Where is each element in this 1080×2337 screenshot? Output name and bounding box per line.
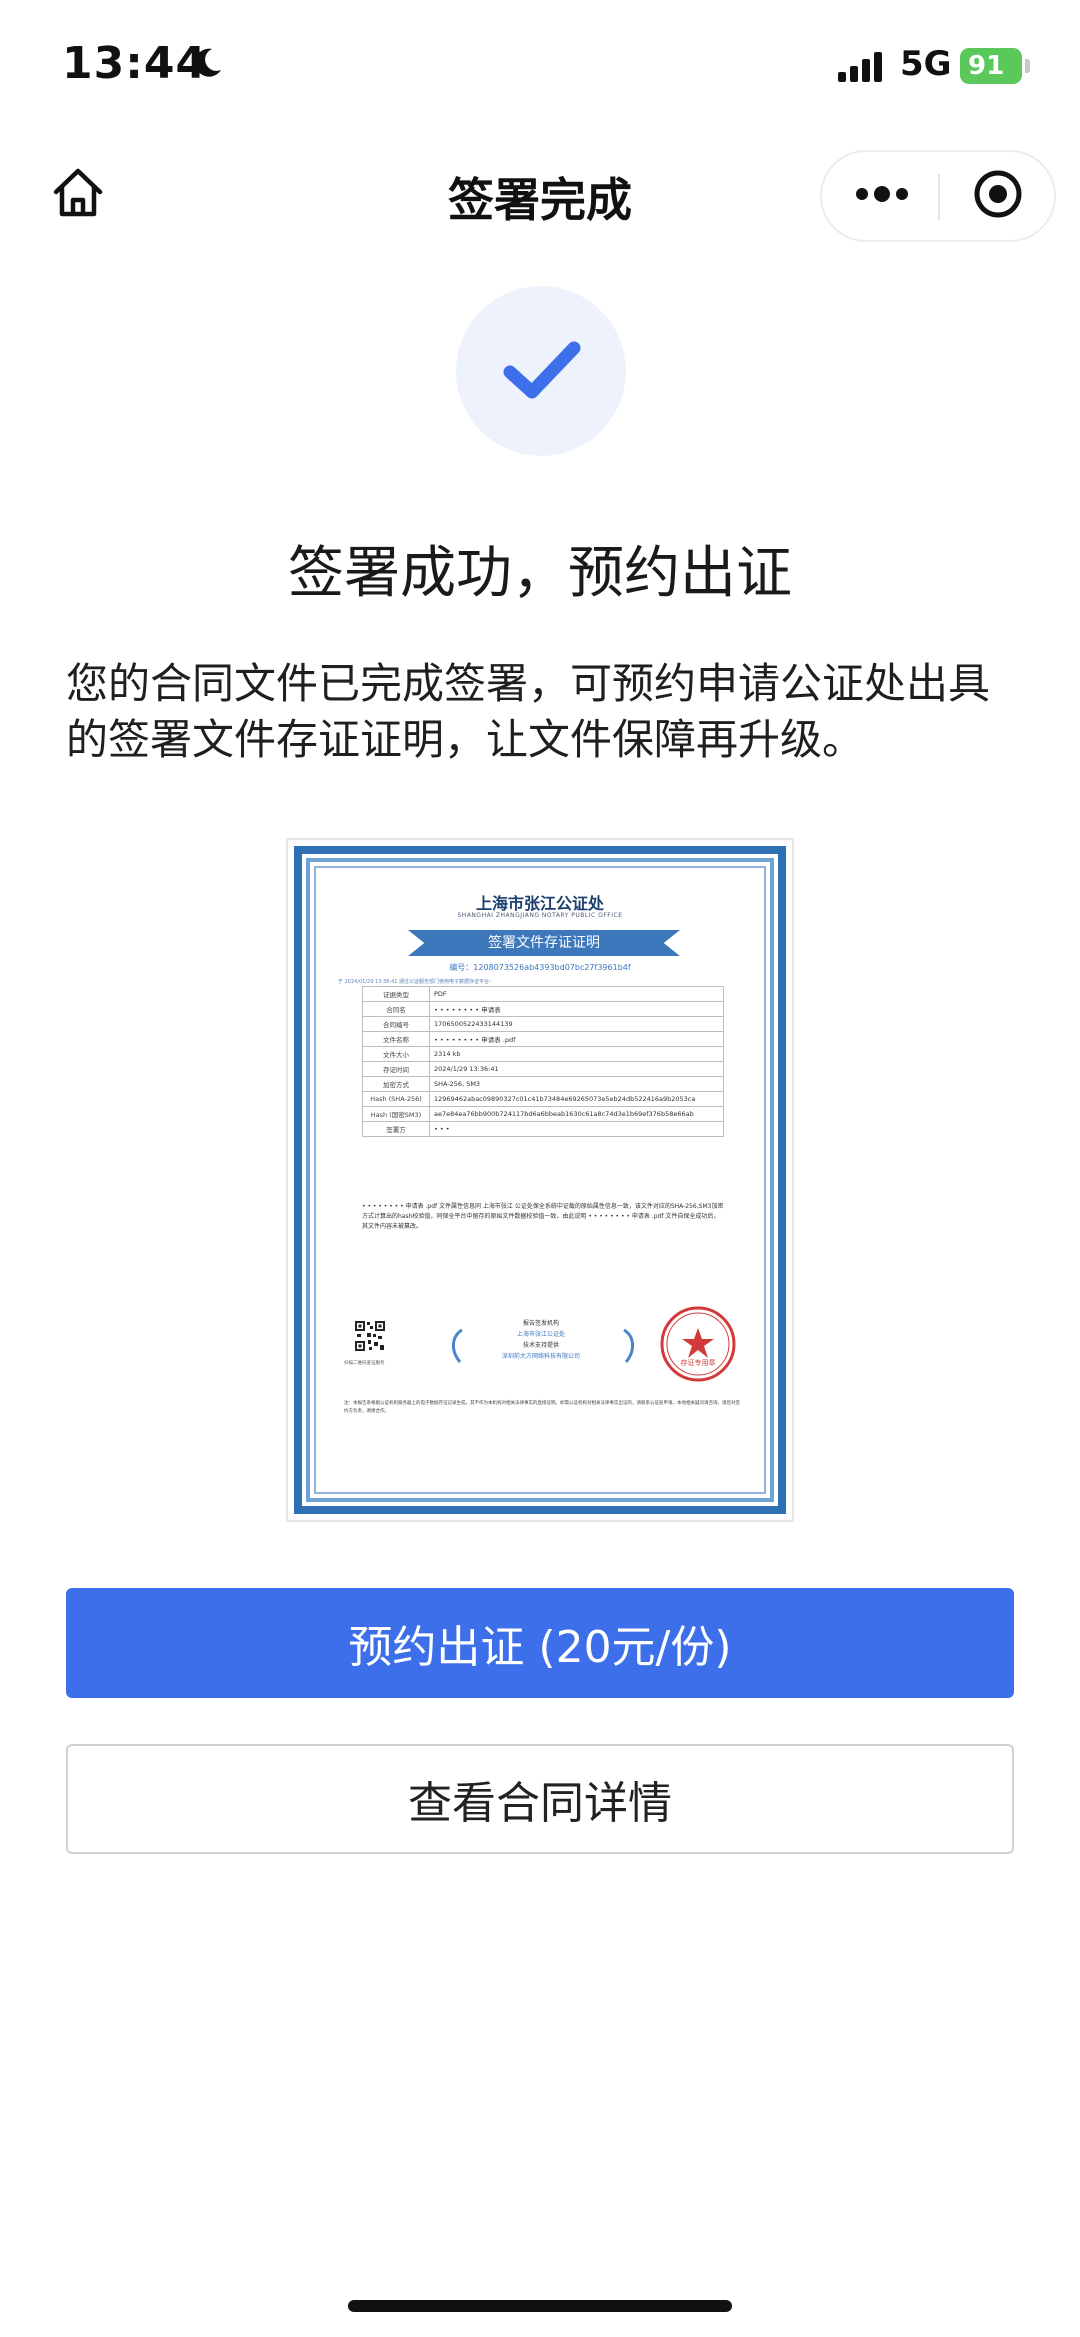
certificate-body-text: • • • • • • • • 申请表 .pdf 文件属性信息同 上海市张江 公… (362, 1203, 724, 1230)
table-value: PDF (429, 986, 724, 1002)
home-indicator[interactable] (348, 2300, 732, 2312)
table-value: • • • • • • • • 申请表 .pdf (429, 1031, 724, 1047)
qr-caption: 扫描二维码查证服务 (344, 1361, 385, 1366)
certificate-number: 编号：1208073526ab4393bd07bc27f3961b4f (449, 963, 631, 972)
capsule-divider (938, 174, 940, 220)
table-value: 12969462abac09890327c01c41b73484e6926507… (429, 1091, 724, 1107)
certificate-footer: 注：本报告系根据公证机构服务器上的电子数据存证记录生成，其不作为本机构对相关法律… (344, 1401, 740, 1414)
certificate-preview[interactable]: 上海市张江公证处 SHANGHAI ZHANGJIANG NOTARY PUBL… (286, 838, 794, 1522)
table-row: 加密方式 SHA-256, SM3 (362, 1076, 724, 1092)
table-row: 签署方 • • • (362, 1121, 724, 1137)
view-contract-details-button[interactable]: 查看合同详情 (66, 1744, 1014, 1854)
table-value: 1706500522433144139 (429, 1016, 724, 1032)
table-row: 文件大小 2314 kb (362, 1046, 724, 1062)
table-key: 合同编号 (362, 1016, 430, 1032)
table-key: 合同名 (362, 1001, 430, 1017)
table-value: 2314 kb (429, 1046, 724, 1062)
checkmark-icon (496, 324, 586, 418)
certificate-org-name: 上海市张江公证处 (475, 894, 604, 913)
table-row: 合同编号 1706500522433144139 (362, 1016, 724, 1032)
qr-code-icon (354, 1320, 386, 1352)
nav-bar: 签署完成 (0, 130, 1080, 260)
more-icon (852, 184, 912, 208)
mini-program-capsule (820, 150, 1056, 242)
issuer-label: 报告签发机构 (522, 1320, 559, 1327)
certificate-issuer: 报告签发机构 上海市张江公证处 技术支持提供 深圳前大方网络科技有限公司 (466, 1318, 616, 1362)
tech-label: 技术支持提供 (522, 1342, 559, 1349)
status-time: 13:44 (62, 38, 208, 89)
book-certificate-button[interactable]: 预约出证 (20元/份) (66, 1588, 1014, 1698)
battery-level: 91 (968, 51, 1005, 81)
laurel-left-icon (448, 1328, 464, 1364)
certificate-table: 证据类型 PDF 合同名 • • • • • • • • 申请表 合同编号 17065… (362, 986, 724, 1137)
signal-icon (838, 50, 890, 86)
table-key: 签署方 (362, 1121, 430, 1137)
table-key: 证据类型 (362, 986, 430, 1002)
target-icon (972, 168, 1024, 224)
table-row: 文件名称 • • • • • • • • 申请表 .pdf (362, 1031, 724, 1047)
moon-icon (190, 46, 224, 80)
more-button[interactable] (842, 166, 922, 226)
table-row: 存证时间 2024/1/29 13:36:41 (362, 1061, 724, 1077)
table-row: 证据类型 PDF (362, 986, 724, 1002)
result-description: 您的合同文件已完成签署，可预约申请公证处出具的签署文件存证证明，让文件保障再升级… (66, 659, 991, 764)
certificate-title: 签署文件存证证明 (408, 930, 680, 956)
table-key: 文件大小 (362, 1046, 430, 1062)
seal-text: 存证专用章 (680, 1359, 716, 1367)
table-row: Hash (国密SM3) ae7e84ea76bb900b724117bd6a6b… (362, 1106, 724, 1122)
notary-seal (658, 1304, 738, 1384)
laurel-right-icon (622, 1328, 638, 1364)
network-type: 5G (900, 44, 952, 84)
certificate-note: 于 2024/01/29 13:36:41 通过公证服务部门使用电子数据存证平台… (338, 979, 495, 985)
table-value: 2024/1/29 13:36:41 (429, 1061, 724, 1077)
battery-tip (1025, 59, 1030, 73)
success-badge (456, 286, 626, 456)
table-value: • • • • • • • • 申请表 (429, 1001, 724, 1017)
battery-icon: 91 (960, 48, 1022, 84)
status-bar: 13:44 5G 91 (0, 0, 1080, 130)
table-value: ae7e84ea76bb900b724117bd6a6bbeab1630c61a… (429, 1106, 724, 1122)
issuer-name: 上海市张江公证处 (516, 1331, 565, 1338)
table-value: SHA-256, SM3 (429, 1076, 724, 1092)
table-value: • • • (429, 1121, 724, 1137)
result-headline: 签署成功，预约出证 (288, 541, 792, 606)
table-key: 文件名称 (362, 1031, 430, 1047)
tech-name: 深圳前大方网络科技有限公司 (501, 1353, 580, 1360)
certificate-org-name-en: SHANGHAI ZHANGJIANG NOTARY PUBLIC OFFICE (457, 912, 623, 919)
table-key: 加密方式 (362, 1076, 430, 1092)
table-key: 存证时间 (362, 1061, 430, 1077)
table-row: Hash (SHA-256) 12969462abac09890327c01c41… (362, 1091, 724, 1107)
table-row: 合同名 • • • • • • • • 申请表 (362, 1001, 724, 1017)
table-key: Hash (SHA-256) (362, 1091, 430, 1107)
close-miniprogram-button[interactable] (958, 166, 1038, 226)
table-key: Hash (国密SM3) (362, 1106, 430, 1122)
certificate-content: 上海市张江公证处 SHANGHAI ZHANGJIANG NOTARY PUBL… (314, 866, 766, 1494)
